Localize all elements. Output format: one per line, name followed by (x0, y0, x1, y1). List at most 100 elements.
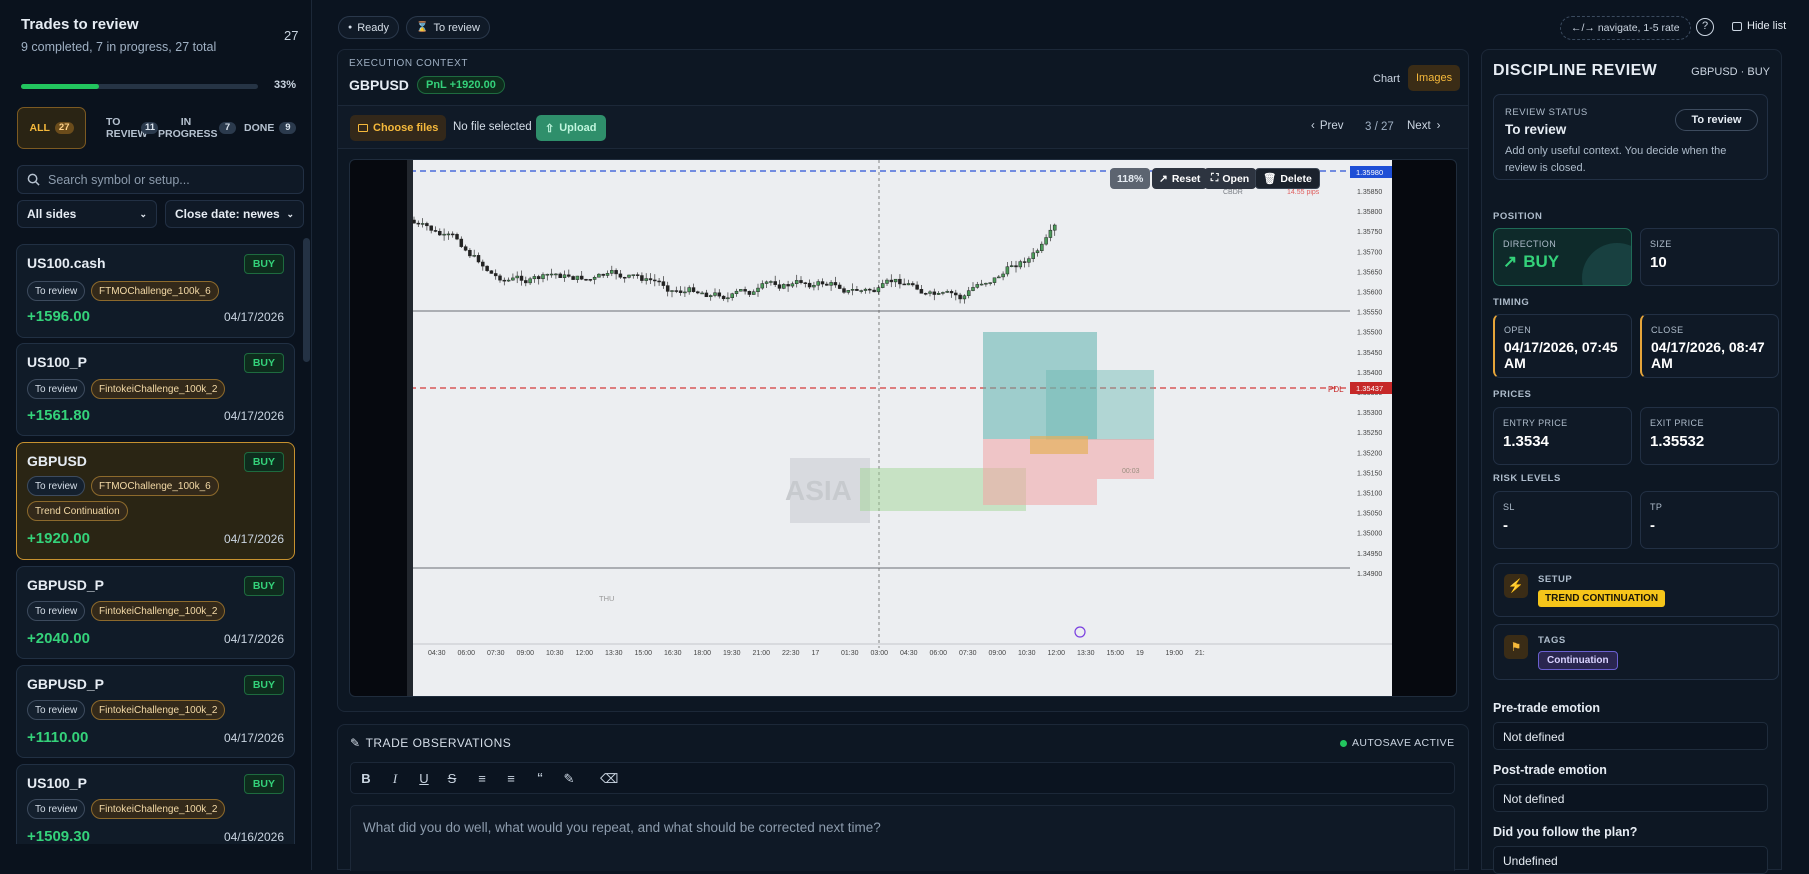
prev-button[interactable]: ‹ Prev (1311, 120, 1344, 132)
candle-body (455, 234, 459, 240)
italic-icon[interactable]: I (386, 771, 404, 787)
candle-body (1035, 250, 1040, 254)
day-label: THU (599, 594, 614, 603)
tag-icon: ⚑ (1504, 635, 1528, 659)
price-tick: 1.35500 (1357, 330, 1382, 337)
open-button[interactable]: ⛶ Open (1204, 168, 1257, 189)
list-count: 27 (284, 28, 299, 43)
candle-body (592, 276, 597, 280)
hide-list-button[interactable]: Hide list (1732, 20, 1786, 32)
quote-icon[interactable]: “ (531, 771, 549, 789)
pdl-label: PDL (1328, 385, 1344, 394)
pre-emotion-select[interactable]: Not defined (1493, 722, 1768, 750)
candle-body (859, 290, 863, 292)
candle-body (1014, 265, 1018, 268)
candle-body (816, 281, 820, 286)
list-scrollbar[interactable] (303, 238, 310, 362)
candle-body (971, 287, 975, 291)
side-badge: BUY (243, 675, 284, 695)
setup-card[interactable]: ⚡ SETUP TREND CONTINUATION (1493, 563, 1779, 617)
candle-body (1044, 237, 1048, 245)
delete-button[interactable]: 🗑 Delete (1255, 168, 1320, 189)
candle-body (820, 281, 825, 285)
top-price: 1.35980 (1356, 168, 1383, 177)
price-tick: 1.35800 (1357, 209, 1382, 216)
price-tick: 1.35300 (1357, 410, 1382, 417)
filter-in-progress[interactable]: IN PROGRESS 7 (158, 107, 236, 149)
time-tick: 13:30 (1077, 650, 1095, 657)
trade-card-selected[interactable]: GBPUSD BUY To review FTMOChallenge_100k_… (16, 442, 295, 560)
strikethrough-icon[interactable]: S (443, 771, 461, 786)
chevron-left-icon: ‹ (1311, 120, 1315, 132)
candle-body (936, 292, 941, 295)
bullet-list-icon[interactable]: ≡ (473, 771, 491, 786)
candle-body (799, 280, 803, 283)
candle-body (605, 273, 610, 276)
filter-to-review[interactable]: TO REVIEW 11 (106, 107, 158, 149)
filter-done[interactable]: DONE 9 (244, 107, 300, 149)
time-tick: 12:00 (576, 650, 594, 657)
help-icon[interactable]: ? (1696, 18, 1714, 36)
bold-icon[interactable]: B (357, 771, 375, 786)
upload-button[interactable]: ⇧ Upload (536, 115, 606, 141)
price-tick: 1.35450 (1357, 350, 1382, 357)
underline-icon[interactable]: U (415, 771, 433, 786)
candle-body (511, 277, 515, 281)
trade-pnl: +1509.30 (27, 828, 90, 844)
review-status-pill[interactable]: ⌛ To review (406, 16, 490, 39)
trade-card[interactable]: US100_P BUY To review FintokeiChallenge_… (16, 764, 295, 844)
tab-images[interactable]: Images (1408, 65, 1461, 91)
highlight-icon[interactable]: ✎ (560, 771, 578, 787)
screenshot-viewer[interactable]: ASIA 1.35850 1.35800 1.35750 1.35700 1.35650… (349, 159, 1457, 697)
candle-body (485, 265, 489, 271)
price-tick: 1.35850 (1357, 189, 1382, 196)
reset-button[interactable]: ↗ Reset (1152, 168, 1208, 189)
candle-body (489, 270, 494, 274)
time-tick: 06:00 (930, 650, 948, 657)
time-tick: 15:00 (1107, 650, 1125, 657)
candle-body (906, 283, 911, 286)
numbered-list-icon[interactable]: ≡ (502, 771, 520, 786)
candle-body (657, 280, 661, 283)
trade-date: 04/17/2026 (223, 310, 284, 324)
filter-all[interactable]: ALL 27 (17, 107, 86, 149)
candle-body (876, 287, 881, 293)
candle-body (842, 288, 846, 293)
trend-up-icon: ↗ (1503, 252, 1518, 271)
trade-card[interactable]: US100_P BUY To review FintokeiChallenge_… (16, 343, 295, 436)
time-tick: 07:30 (487, 650, 505, 657)
tab-chart[interactable]: Chart (1369, 69, 1404, 89)
candle-body (498, 275, 502, 281)
tags-card[interactable]: ⚑ TAGS Continuation (1493, 624, 1779, 680)
sl-value: - (1503, 517, 1508, 534)
choose-files-button[interactable]: Choose files (350, 115, 447, 141)
time-tick: 09:00 (517, 650, 535, 657)
candle-body (579, 275, 584, 280)
candle-body (803, 282, 808, 284)
post-emotion-select[interactable]: Not defined (1493, 784, 1768, 812)
candle-body (992, 277, 997, 283)
next-button[interactable]: Next › (1407, 120, 1441, 132)
trade-card[interactable]: GBPUSD_P BUY To review FintokeiChallenge… (16, 665, 295, 758)
candle-body (575, 275, 580, 280)
side-badge: BUY (243, 254, 284, 274)
time-tick: 04:30 (428, 650, 446, 657)
time-tick: 19 (1136, 650, 1144, 657)
candle-body (919, 289, 924, 294)
candle-body (721, 295, 726, 300)
side-select[interactable]: All sides ⌄ (17, 200, 157, 228)
search-input[interactable]: Search symbol or setup... (17, 165, 304, 194)
price-tick: 1.35400 (1357, 370, 1382, 377)
trade-card[interactable]: GBPUSD_P BUY To review FintokeiChallenge… (16, 566, 295, 659)
trade-card[interactable]: US100.cash BUY To review FTMOChallenge_1… (16, 244, 295, 338)
candle-body (536, 276, 541, 280)
candle-body (420, 223, 425, 225)
list-title: Trades to review (21, 16, 139, 33)
time-tick: 19:00 (1166, 650, 1184, 657)
pre-emotion-label: Pre-trade emotion (1493, 701, 1600, 715)
review-status-button[interactable]: To review (1675, 109, 1758, 131)
sort-select[interactable]: Close date: newes ⌄ (165, 200, 304, 228)
candle-body (622, 276, 627, 279)
eraser-icon[interactable]: ⌫ (600, 771, 618, 787)
observations-editor[interactable]: What did you do well, what would you rep… (350, 805, 1455, 871)
